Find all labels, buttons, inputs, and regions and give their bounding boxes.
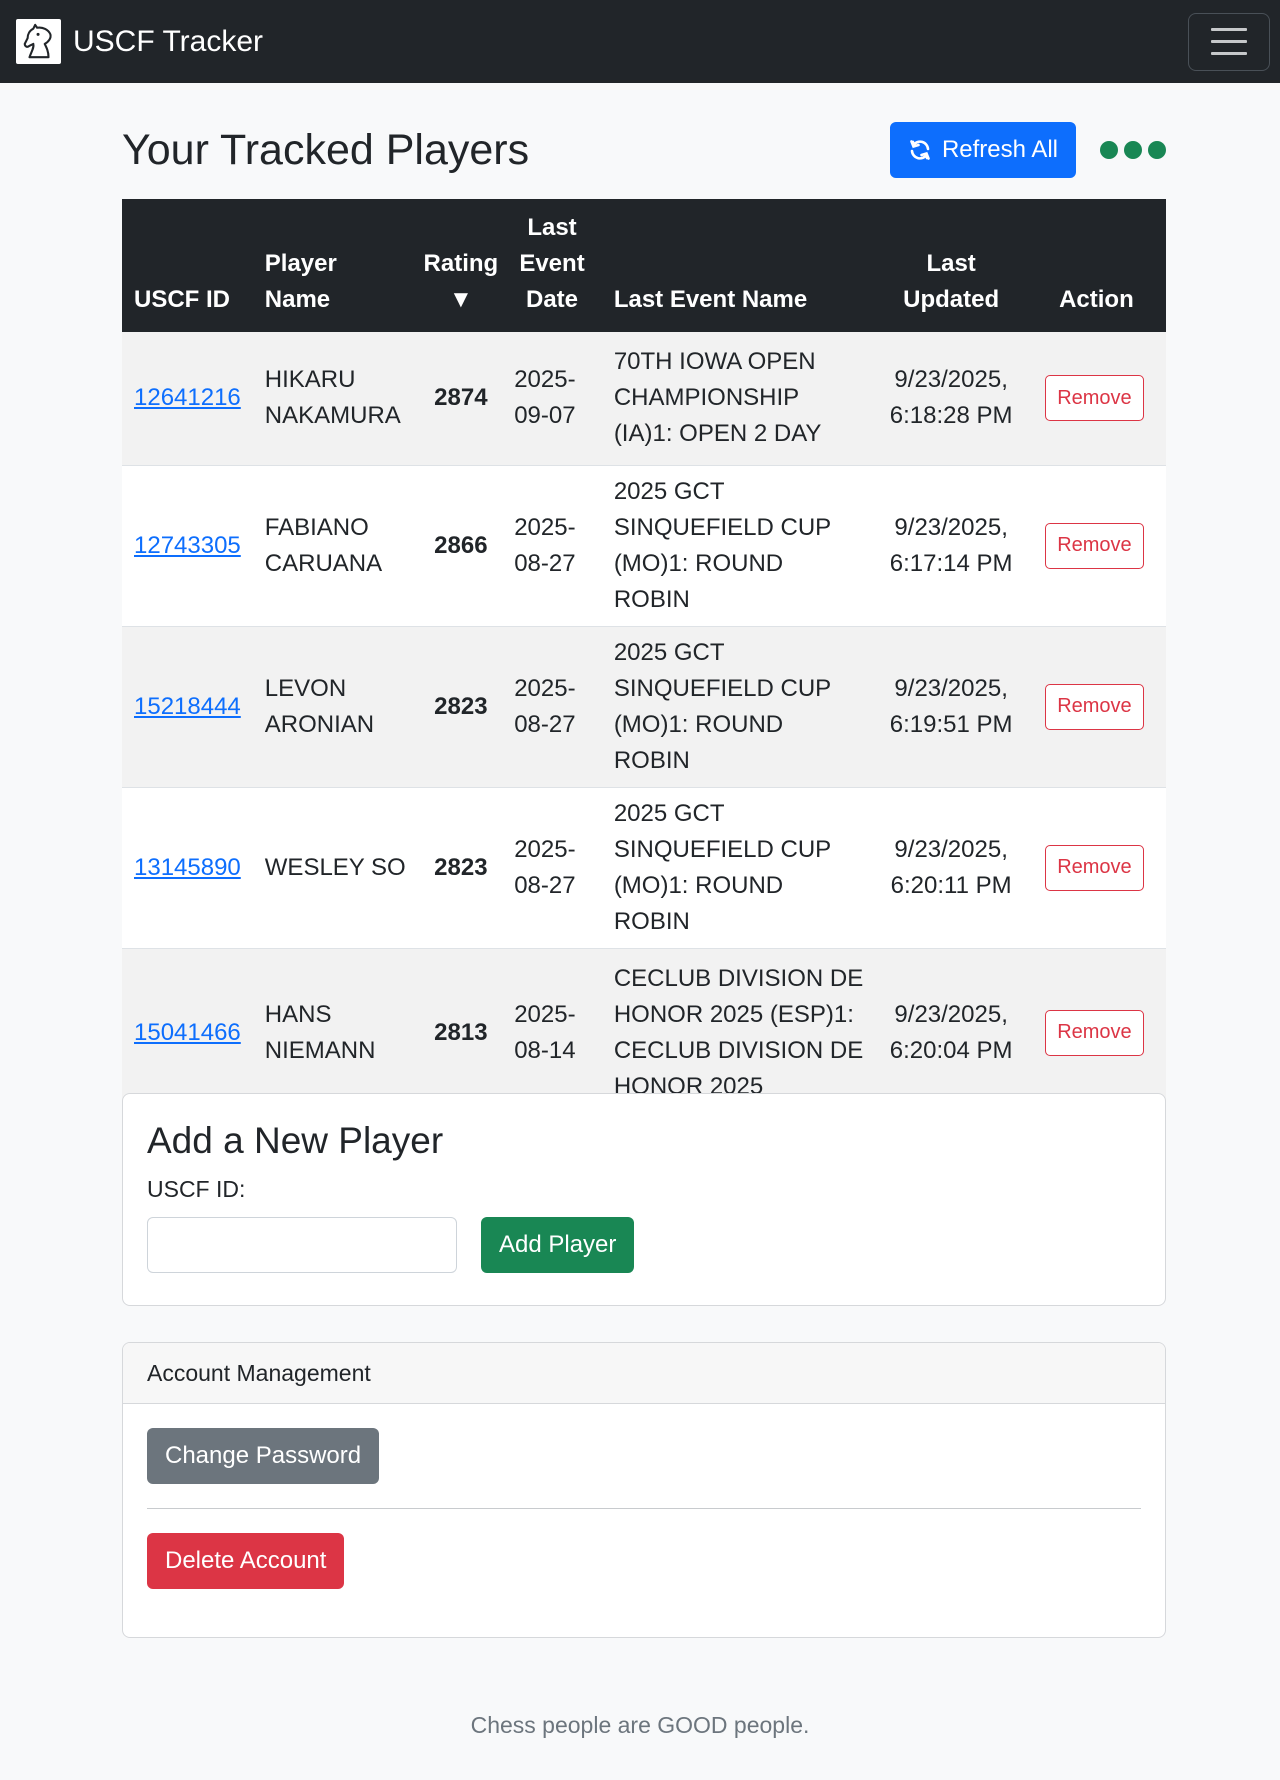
last-event-name: 2025 GCT SINQUEFIELD CUP (MO)1: ROUND RO… [601, 787, 876, 949]
remove-button[interactable]: Remove [1045, 844, 1144, 891]
last-event-date: 2025-08-27 [502, 787, 602, 949]
last-event-name: 70TH IOWA OPEN CHAMPIONSHIP (IA)1: OPEN … [601, 332, 876, 466]
col-last-event-date: Last Event Date [502, 199, 602, 332]
player-name: HANS NIEMANN [252, 948, 420, 1118]
players-table: USCF ID Player Name Rating ▼ Last Event … [122, 199, 1166, 1118]
player-name: WESLEY SO [252, 787, 420, 949]
remove-button[interactable]: Remove [1045, 375, 1144, 422]
account-management-title: Account Management [123, 1343, 1165, 1404]
account-management-card: Account Management Change Password Delet… [122, 1342, 1166, 1638]
col-uscf-id: USCF ID [122, 199, 253, 332]
player-name: HIKARU NAKAMURA [252, 332, 420, 466]
rating: 2823 [419, 626, 503, 788]
last-event-name: CECLUB DIVISION DE HONOR 2025 (ESP)1: CE… [601, 948, 876, 1118]
remove-button[interactable]: Remove [1045, 683, 1144, 730]
divider [147, 1508, 1141, 1509]
last-updated: 9/23/2025, 6:20:11 PM [875, 787, 1027, 949]
player-name: FABIANO CARUANA [252, 465, 420, 627]
brand[interactable]: USCF Tracker [16, 19, 263, 64]
last-updated: 9/23/2025, 6:18:28 PM [875, 332, 1027, 466]
table-row: 12641216 HIKARU NAKAMURA 2874 2025-09-07… [122, 332, 1166, 466]
footer-text: Chess people are GOOD people. [470, 1712, 810, 1738]
rating: 2874 [419, 332, 503, 466]
table-row: 15218444 LEVON ARONIAN 2823 2025-08-27 2… [122, 626, 1166, 788]
table-row: 13145890 WESLEY SO 2823 2025-08-27 2025 … [122, 787, 1166, 949]
uscf-id-link[interactable]: 12641216 [134, 384, 241, 411]
last-event-date: 2025-08-27 [502, 465, 602, 627]
page-title: Your Tracked Players [122, 125, 530, 174]
uscf-id-link[interactable]: 12743305 [134, 532, 241, 559]
player-name: LEVON ARONIAN [252, 626, 420, 788]
brand-title: USCF Tracker [73, 24, 264, 58]
table-row: 15041466 HANS NIEMANN 2813 2025-08-14 CE… [122, 948, 1166, 1118]
last-updated: 9/23/2025, 6:17:14 PM [875, 465, 1027, 627]
account-management-body: Change Password Delete Account [123, 1404, 1165, 1613]
page-header: Your Tracked Players Refresh All [122, 120, 1166, 180]
refresh-all-label: Refresh All [941, 136, 1058, 163]
change-password-button[interactable]: Change Password [147, 1428, 380, 1484]
uscf-id-link[interactable]: 15218444 [134, 693, 241, 720]
last-updated: 9/23/2025, 6:19:51 PM [875, 626, 1027, 788]
last-event-date: 2025-08-27 [502, 626, 602, 788]
rating: 2813 [419, 948, 503, 1118]
refresh-icon [910, 140, 930, 160]
last-event-name: 2025 GCT SINQUEFIELD CUP (MO)1: ROUND RO… [601, 465, 876, 627]
header-actions: Refresh All [889, 122, 1166, 178]
chess-knight-icon [16, 19, 61, 64]
uscf-id-input[interactable] [147, 1217, 457, 1273]
delete-account-button[interactable]: Delete Account [147, 1533, 345, 1589]
col-last-updated: Last Updated [875, 199, 1027, 332]
remove-button[interactable]: Remove [1045, 1009, 1144, 1056]
remove-button[interactable]: Remove [1045, 522, 1144, 569]
col-player-name: Player Name [252, 199, 420, 332]
last-updated: 9/23/2025, 6:20:04 PM [875, 948, 1027, 1118]
refresh-all-button[interactable]: Refresh All [889, 122, 1076, 178]
rating: 2866 [419, 465, 503, 627]
table-header-row: USCF ID Player Name Rating ▼ Last Event … [122, 199, 1166, 332]
menu-toggle-button[interactable] [1188, 12, 1270, 71]
uscf-id-link[interactable]: 15041466 [134, 1019, 241, 1046]
navbar: USCF Tracker [0, 0, 1280, 83]
uscf-id-link[interactable]: 13145890 [134, 854, 241, 881]
add-player-title: Add a New Player [147, 1120, 444, 1161]
col-action: Action [1026, 199, 1166, 332]
add-player-card: Add a New Player USCF ID: Add Player [122, 1093, 1166, 1306]
last-event-name: 2025 GCT SINQUEFIELD CUP (MO)1: ROUND RO… [601, 626, 876, 788]
loading-dots-icon [1100, 141, 1166, 159]
add-player-button[interactable]: Add Player [481, 1217, 635, 1273]
col-last-event-name: Last Event Name [601, 199, 876, 332]
last-event-date: 2025-08-14 [502, 948, 602, 1118]
uscf-id-label: USCF ID: [147, 1176, 246, 1202]
col-rating-sort[interactable]: Rating ▼ [419, 199, 503, 332]
hamburger-icon [1211, 28, 1247, 31]
last-event-date: 2025-09-07 [502, 332, 602, 466]
rating: 2823 [419, 787, 503, 949]
table-row: 12743305 FABIANO CARUANA 2866 2025-08-27… [122, 465, 1166, 627]
add-player-form: Add Player [147, 1217, 1141, 1273]
